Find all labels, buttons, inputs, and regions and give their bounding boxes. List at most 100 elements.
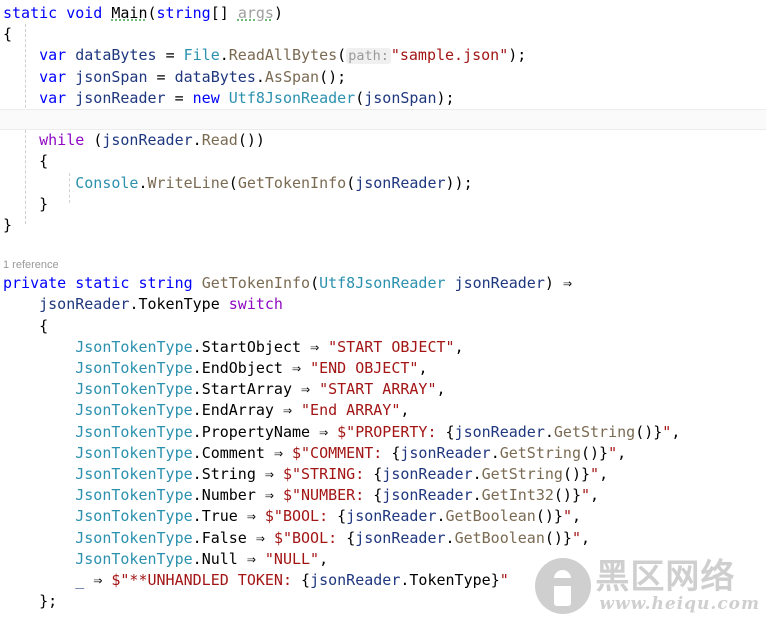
- code-line-jsonspan[interactable]: var jsonSpan = dataBytes.AsSpan();: [0, 67, 766, 88]
- code-line-switch-expression[interactable]: jsonReader.TokenType switch: [0, 294, 766, 315]
- token-type-jsontokentype-4: JsonTokenType: [75, 401, 193, 420]
- token-method-gettokeninfo-decl: GetTokenInfo: [201, 274, 311, 293]
- token-interp-prefix-c9: $"BOOL:: [264, 507, 338, 526]
- token-dot-c5: .: [192, 422, 202, 441]
- token-member-false: False: [201, 528, 247, 547]
- token-interp-prefix-c10: $"BOOL:: [273, 528, 347, 547]
- token-paren-5: (: [228, 173, 238, 192]
- switch-case-endobject[interactable]: JsonTokenType.EndObject ⇒ "END OBJECT",: [0, 358, 766, 379]
- token-method-getstring-c5: GetString: [553, 422, 636, 441]
- token-dot-m7: .: [472, 464, 482, 483]
- token-member-endarray: EndArray: [201, 401, 274, 420]
- token-keyword-string: string: [156, 4, 211, 22]
- token-local-databytes: dataBytes: [75, 46, 157, 65]
- switch-case-true[interactable]: JsonTokenType.True ⇒ $"BOOL: {jsonReader…: [0, 506, 766, 527]
- token-call-c8: ()}: [553, 486, 581, 505]
- token-type-jsontokentype-5: JsonTokenType: [75, 422, 193, 441]
- token-comma-c5: ,: [671, 422, 681, 441]
- token-local-jsonreader-ref-1: jsonReader: [102, 131, 193, 150]
- token-comma-c11: ,: [319, 549, 329, 568]
- token-method-getstring-c6: GetString: [499, 443, 581, 462]
- switch-case-comment[interactable]: JsonTokenType.Comment ⇒ $"COMMENT: {json…: [0, 443, 766, 464]
- token-interp-close-c12: }: [490, 570, 500, 589]
- token-local-jsonspan: jsonSpan: [75, 67, 148, 86]
- token-brace-close-1: }: [3, 215, 13, 234]
- code-line-while-open-brace[interactable]: {: [0, 151, 766, 172]
- code-line-while-close-brace[interactable]: }: [0, 194, 766, 215]
- token-paren-4: (: [93, 131, 103, 150]
- token-dot-c4: .: [192, 401, 202, 420]
- switch-case-endarray[interactable]: JsonTokenType.EndArray ⇒ "End ARRAY",: [0, 400, 766, 421]
- switch-case-propertyname[interactable]: JsonTokenType.PropertyName ⇒ $"PROPERTY:…: [0, 422, 766, 443]
- switch-case-number[interactable]: JsonTokenType.Number ⇒ $"NUMBER: {jsonRe…: [0, 485, 766, 506]
- token-result-endobject: "END OBJECT": [310, 359, 419, 377]
- token-interp-prefix-c5: $"PROPERTY:: [337, 422, 446, 441]
- token-dot-m10: .: [445, 528, 455, 547]
- token-type-utf8jsonreader-1: Utf8JsonReader: [228, 88, 356, 107]
- code-line-databytes[interactable]: var dataBytes = File.ReadAllBytes(path: "…: [0, 45, 766, 66]
- token-call-parens-2: ()): [237, 131, 265, 150]
- token-local-jsonreader-c7: jsonReader: [382, 464, 473, 483]
- token-arrow-c8: ⇒: [264, 486, 274, 505]
- token-call-parens-1: ();: [319, 67, 347, 86]
- code-line-switch-close-brace[interactable]: };: [0, 591, 766, 612]
- token-method-writeline: WriteLine: [147, 173, 229, 192]
- code-line-main-close-brace[interactable]: }: [0, 215, 766, 236]
- switch-case-discard[interactable]: _ ⇒ $"**UNHANDLED TOKEN: {jsonReader.Tok…: [0, 570, 766, 591]
- token-brace-open-3: {: [39, 316, 49, 335]
- token-dot-m8: .: [472, 486, 482, 505]
- token-paren-7: (: [310, 274, 320, 293]
- code-line-gettokeninfo-signature[interactable]: private static string GetTokenInfo(Utf8J…: [0, 273, 766, 294]
- token-member-string: String: [201, 464, 256, 483]
- code-line-main-signature[interactable]: static void Main(string[] args): [0, 3, 766, 24]
- code-line-while[interactable]: while (jsonReader.Read()): [0, 130, 766, 151]
- code-line-console-writeline[interactable]: Console.WriteLine(GetTokenInfo(jsonReade…: [0, 173, 766, 194]
- token-local-jsonreader-c8: jsonReader: [382, 486, 473, 505]
- token-interp-open-c8: {: [373, 486, 383, 505]
- token-interp-open-c10: {: [346, 528, 356, 547]
- token-paren-close-7: ): [544, 274, 554, 293]
- token-type-jsontokentype-7: JsonTokenType: [75, 464, 193, 483]
- token-lambda-arrow: ⇒: [562, 274, 572, 293]
- switch-case-string[interactable]: JsonTokenType.String ⇒ $"STRING: {jsonRe…: [0, 464, 766, 485]
- switch-case-startobject[interactable]: JsonTokenType.StartObject ⇒ "START OBJEC…: [0, 337, 766, 358]
- token-interp-suffix-c12: ": [499, 570, 509, 589]
- code-line-jsonreader[interactable]: var jsonReader = new Utf8JsonReader(json…: [0, 88, 766, 109]
- inlay-hint-path[interactable]: path:: [346, 48, 391, 65]
- code-line-main-open-brace[interactable]: {: [0, 24, 766, 45]
- codelens-reference-count[interactable]: 1 reference: [0, 257, 766, 273]
- token-method-getboolean-c10: GetBoolean: [454, 528, 545, 547]
- token-paren-6: (: [346, 173, 356, 192]
- token-dot-3: .: [192, 131, 202, 150]
- token-dot-c10: .: [192, 528, 202, 547]
- token-member-number: Number: [201, 486, 256, 505]
- token-member-propertyname: PropertyName: [201, 422, 311, 441]
- token-dot-c6: .: [192, 443, 202, 462]
- token-interp-prefix-c7: $"STRING:: [282, 464, 374, 483]
- code-editor-pane[interactable]: static void Main(string[] args) { var da…: [0, 0, 766, 618]
- code-line-blank-current[interactable]: [0, 108, 766, 131]
- token-interp-prefix-c6: $"COMMENT:: [292, 443, 392, 462]
- token-method-getint32-c8: GetInt32: [481, 486, 554, 505]
- token-dot-c3: .: [192, 380, 202, 399]
- token-member-startarray: StartArray: [201, 380, 292, 399]
- token-discard: _: [75, 570, 85, 589]
- token-keyword-var-2: var: [39, 67, 67, 86]
- token-local-jsonreader-c12: jsonReader: [310, 570, 401, 589]
- token-type-jsontokentype-1: JsonTokenType: [75, 337, 193, 356]
- token-keyword-private: private: [3, 274, 67, 293]
- code-content[interactable]: static void Main(string[] args) { var da…: [0, 0, 766, 612]
- token-brace-open-2: {: [39, 152, 49, 171]
- token-method-getboolean-c9: GetBoolean: [445, 507, 536, 526]
- token-interp-open-c12: {: [301, 570, 311, 589]
- switch-case-startarray[interactable]: JsonTokenType.StartArray ⇒ "START ARRAY"…: [0, 379, 766, 400]
- token-method-gettokeninfo-call: GetTokenInfo: [237, 173, 347, 192]
- switch-case-false[interactable]: JsonTokenType.False ⇒ $"BOOL: {jsonReade…: [0, 528, 766, 549]
- token-arrow-c1: ⇒: [310, 337, 320, 356]
- switch-case-null[interactable]: JsonTokenType.Null ⇒ "NULL",: [0, 549, 766, 570]
- code-line-switch-open-brace[interactable]: {: [0, 316, 766, 337]
- token-local-databytes-ref: dataBytes: [174, 67, 256, 86]
- token-keyword-static-2: static: [75, 274, 130, 293]
- token-interp-open-c7: {: [373, 464, 383, 483]
- token-dot-4: .: [138, 173, 148, 192]
